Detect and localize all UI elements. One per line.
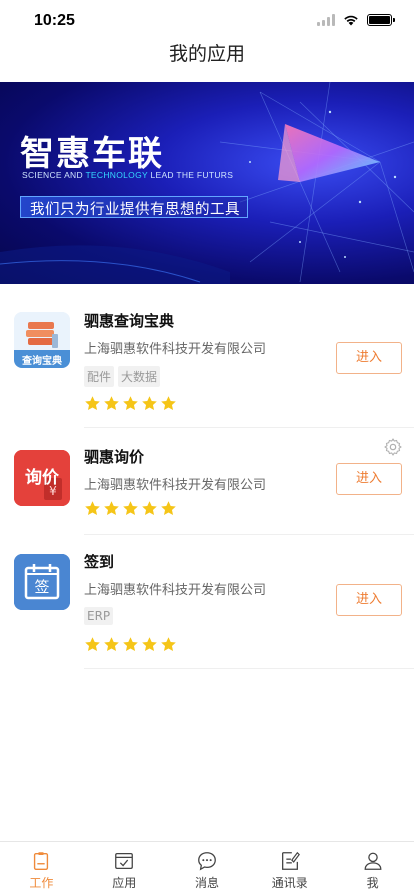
star-icon <box>104 637 119 652</box>
divider <box>84 427 414 428</box>
tag: ERP <box>84 607 114 625</box>
app-name: 驷惠询价 <box>84 448 145 466</box>
banner[interactable]: 智惠车联 SCIENCE AND TECHNOLOGY LEAD THE FUT… <box>0 82 414 284</box>
nav-bar: 我的应用 <box>0 44 414 82</box>
rating-stars <box>84 636 177 653</box>
star-icon <box>85 501 100 516</box>
status-icons <box>317 14 395 26</box>
app-company: 上海驷惠软件科技开发有限公司 <box>84 342 267 357</box>
user-icon <box>364 852 382 870</box>
tab-label: 通讯录 <box>271 876 308 890</box>
app-tags: 配件 大数据 <box>84 366 161 387</box>
star-icon <box>123 637 138 652</box>
star-icon <box>85 637 100 652</box>
star-icon <box>161 501 176 516</box>
book-stack-icon[interactable]: 查询宝典 <box>14 312 70 368</box>
tab-messages[interactable]: 消息 <box>166 842 249 896</box>
enter-button[interactable]: 进入 <box>336 584 402 616</box>
tab-apps[interactable]: 应用 <box>83 842 166 896</box>
star-icon <box>85 396 100 411</box>
tab-me[interactable]: 我 <box>331 842 414 896</box>
banner-art <box>0 82 414 284</box>
star-icon <box>123 396 138 411</box>
star-icon <box>142 637 157 652</box>
app-icon-label: 查询宝典 <box>22 356 62 367</box>
app-icon-label: 询价 <box>25 468 59 488</box>
banner-title: 智惠车联 <box>20 134 164 174</box>
tab-bar: 工作 应用 消息 通讯录 我 <box>0 841 414 896</box>
checkbox-icon <box>115 853 134 869</box>
clipboard-icon <box>34 852 49 870</box>
tag: 配件 <box>84 366 115 387</box>
tab-label: 我 <box>366 876 379 890</box>
app-company: 上海驷惠软件科技开发有限公司 <box>84 583 267 598</box>
app-name: 签到 <box>84 553 115 571</box>
star-icon <box>142 396 157 411</box>
gear-icon[interactable] <box>383 437 403 457</box>
status-time: 10:25 <box>34 12 75 29</box>
tab-label: 工作 <box>29 876 54 890</box>
app-icon-label: 签 <box>34 578 50 596</box>
app-name: 驷惠查询宝典 <box>84 312 175 330</box>
enter-button[interactable]: 进入 <box>336 342 402 374</box>
note-edit-icon <box>281 851 300 870</box>
divider <box>84 668 414 669</box>
banner-tagline: 我们只为行业提供有思想的工具 <box>30 202 240 218</box>
tag: 大数据 <box>118 366 161 387</box>
star-icon <box>104 501 119 516</box>
status-bar: 10:25 <box>0 0 414 44</box>
app-tags: ERP <box>84 607 114 625</box>
star-icon <box>161 637 176 652</box>
page-title: 我的应用 <box>168 43 245 65</box>
star-icon <box>104 396 119 411</box>
rating-stars <box>84 500 177 517</box>
star-icon <box>142 501 157 516</box>
battery-icon <box>367 14 395 26</box>
tab-label: 消息 <box>194 876 219 890</box>
inquiry-icon[interactable]: ¥ 询价 <box>14 450 70 506</box>
enter-button[interactable]: 进入 <box>336 463 402 495</box>
tab-work[interactable]: 工作 <box>0 842 83 896</box>
banner-subtitle: SCIENCE AND TECHNOLOGY LEAD THE FUTURS <box>22 170 234 180</box>
signal-icon <box>317 14 335 26</box>
divider <box>84 534 414 535</box>
star-icon <box>161 396 176 411</box>
wifi-icon <box>344 15 358 26</box>
star-icon <box>123 501 138 516</box>
chat-bubble-icon <box>198 852 216 871</box>
tab-contacts[interactable]: 通讯录 <box>248 842 331 896</box>
calendar-sign-icon[interactable]: 签 <box>14 554 70 610</box>
rating-stars <box>84 395 177 412</box>
app-company: 上海驷惠软件科技开发有限公司 <box>84 478 267 493</box>
tab-label: 应用 <box>112 876 137 890</box>
